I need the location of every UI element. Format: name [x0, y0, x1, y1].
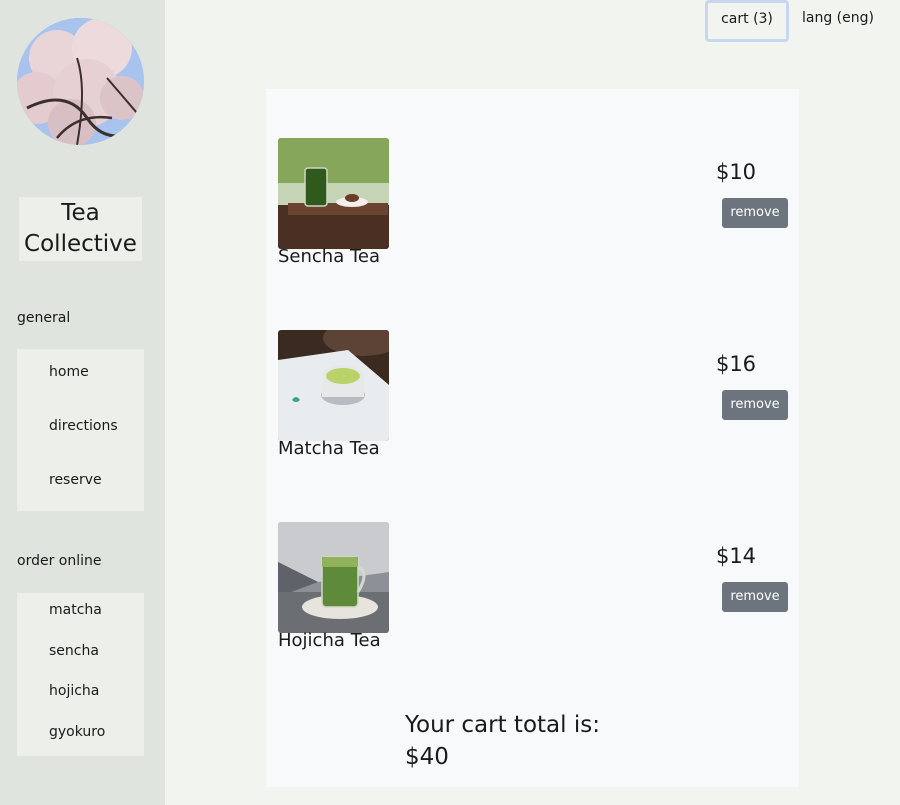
order-nav: matcha sencha hojicha gyokuro [17, 593, 144, 756]
product-name: Matcha Tea [278, 438, 380, 459]
sidebar-item-matcha[interactable]: matcha [49, 602, 102, 618]
remove-button[interactable]: remove [722, 582, 788, 612]
brand-line2: Collective [24, 231, 137, 257]
product-name: Sencha Tea [278, 246, 381, 267]
cherry-blossom-avatar [17, 18, 144, 145]
general-section-label: general [17, 310, 71, 326]
product-price: $10 [715, 160, 757, 184]
cart-item: Matcha Tea $16 remove [278, 330, 788, 470]
sidebar: Tea Collective general home directions r… [0, 0, 165, 805]
remove-button[interactable]: remove [722, 390, 788, 420]
cart-item: Hojicha Tea $14 remove [278, 522, 788, 662]
cart-total-value: $40 [405, 744, 449, 770]
order-online-section-label: order online [17, 553, 102, 569]
remove-button[interactable]: remove [722, 198, 788, 228]
product-price: $16 [715, 352, 757, 376]
brand-line1: Tea [61, 200, 100, 226]
cart-total: Your cart total is: $40 [405, 709, 600, 773]
sencha-tea-image [278, 138, 389, 249]
product-name: Hojicha Tea [278, 630, 381, 651]
brand-title: Tea Collective [19, 197, 142, 261]
product-price: $14 [715, 544, 757, 568]
sidebar-item-directions[interactable]: directions [49, 418, 118, 434]
hojicha-tea-image [278, 522, 389, 633]
sidebar-item-home[interactable]: home [49, 364, 89, 380]
sidebar-item-sencha[interactable]: sencha [49, 643, 99, 659]
cart-panel: Sencha Tea $10 remove Matcha Tea $16 rem… [266, 89, 799, 787]
sidebar-item-reserve[interactable]: reserve [49, 472, 102, 488]
cart-item: Sencha Tea $10 remove [278, 138, 788, 278]
cart-link[interactable]: cart (3) [705, 0, 789, 42]
cart-total-label: Your cart total is: [405, 712, 600, 738]
sidebar-item-hojicha[interactable]: hojicha [49, 683, 99, 699]
sidebar-item-gyokuro[interactable]: gyokuro [49, 724, 105, 740]
language-link[interactable]: lang (eng) [796, 0, 880, 42]
matcha-tea-image [278, 330, 389, 441]
general-nav: home directions reserve [17, 349, 144, 511]
